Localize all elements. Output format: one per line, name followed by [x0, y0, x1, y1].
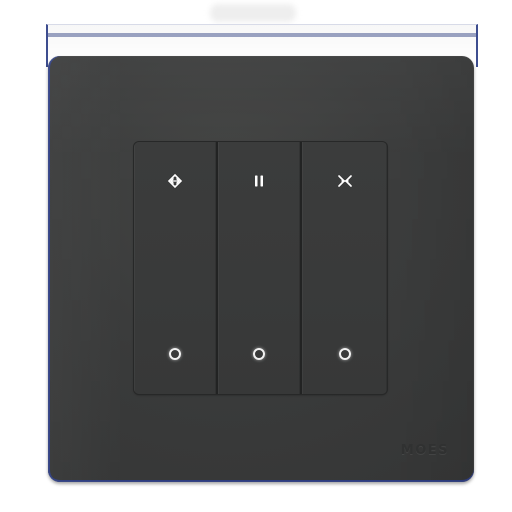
brand-logo-text: MOES: [400, 443, 449, 458]
pause-indicator-icon: [253, 348, 265, 360]
pause-key[interactable]: [218, 142, 302, 394]
switch-plate: MOES: [48, 56, 474, 482]
open-icon: [165, 171, 185, 191]
close-icon: [335, 171, 355, 191]
open-key[interactable]: [134, 142, 218, 394]
close-key[interactable]: [302, 142, 387, 394]
close-indicator-icon: [338, 348, 351, 360]
pause-icon: [249, 171, 269, 191]
curtain-switch-photo: MOES: [0, 0, 512, 512]
background-wall: [210, 4, 296, 22]
open-indicator-icon: [169, 348, 181, 360]
three-key-keypad: [134, 142, 387, 394]
